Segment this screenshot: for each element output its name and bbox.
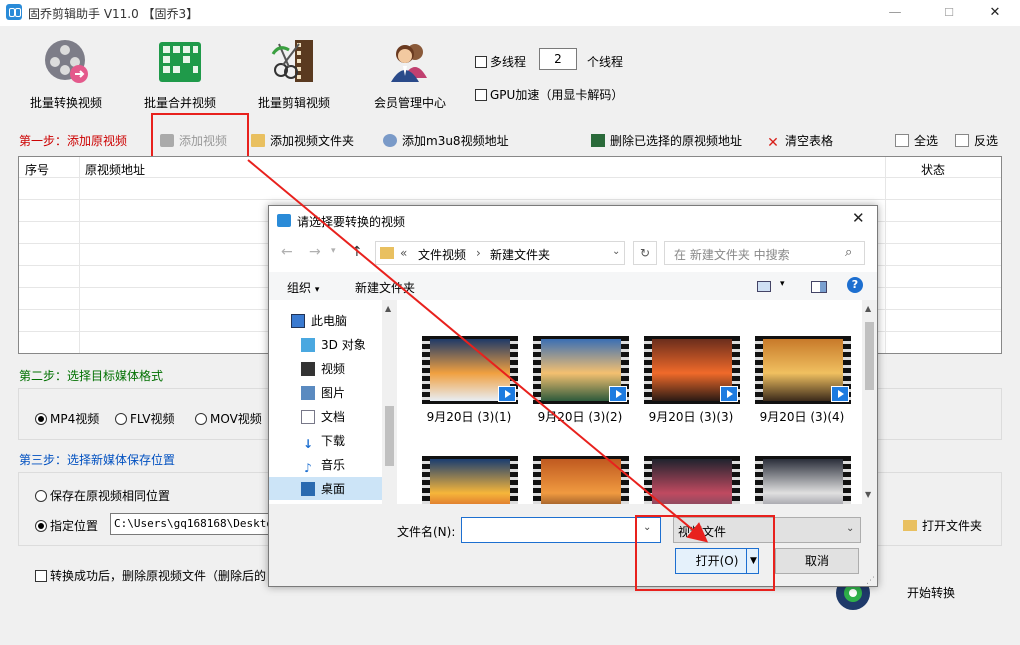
app-window: { "window": {"title": "固乔剪辑助手 V11.0 【固乔3… [0, 0, 1020, 645]
annotation-arrow [247, 159, 709, 543]
